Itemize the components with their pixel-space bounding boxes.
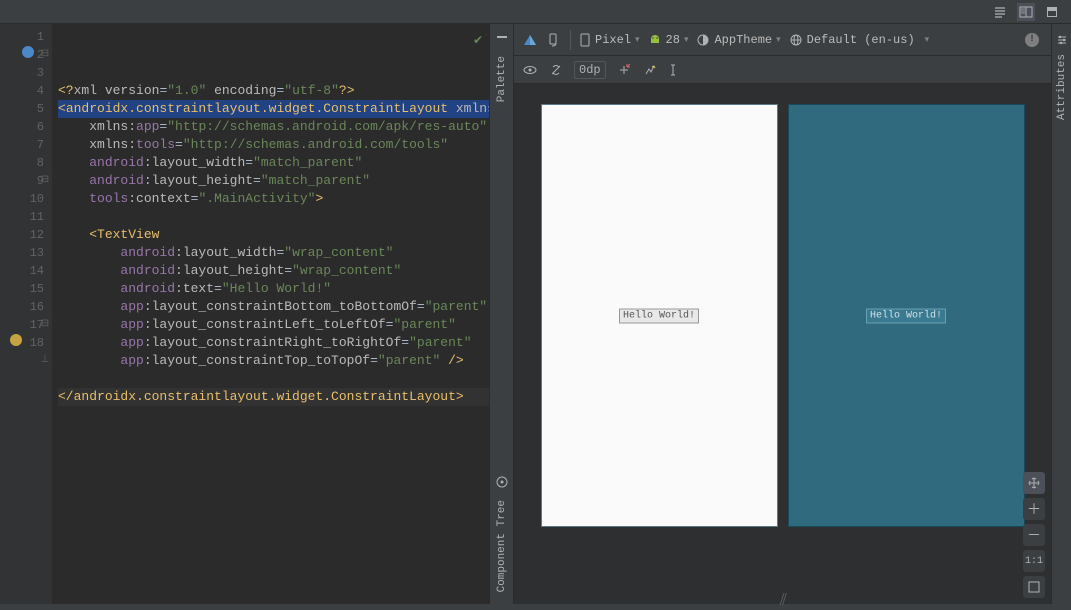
line-number: 14 [0, 262, 44, 280]
line-number: 3 [0, 64, 44, 82]
code-line[interactable]: android:layout_height="match_parent" [58, 172, 489, 190]
fold-end-icon[interactable]: ⊥ [40, 352, 50, 362]
theme-name: AppTheme [714, 33, 772, 47]
attributes-strip[interactable]: Attributes [1051, 24, 1071, 604]
device-name: Pixel [595, 33, 631, 47]
line-number: 9 [0, 172, 44, 190]
palette-label[interactable]: Palette [496, 56, 508, 102]
default-margin[interactable]: 0dp [574, 61, 606, 79]
autoconnect-icon[interactable] [548, 62, 564, 78]
blueprint-textview[interactable]: Hello World! [866, 308, 946, 323]
line-marker-icon [22, 46, 34, 58]
attributes-label[interactable]: Attributes [1056, 54, 1068, 120]
view-options-icon[interactable] [522, 62, 538, 78]
code-line[interactable]: app:layout_constraintLeft_toLeftOf="pare… [58, 316, 489, 334]
device-selector[interactable]: Pixel ▾ [579, 33, 640, 47]
code-line[interactable]: app:layout_constraintBottom_toBottomOf="… [58, 298, 489, 316]
view-text-icon[interactable] [991, 3, 1009, 21]
top-view-switcher [0, 0, 1071, 24]
code-line[interactable]: app:layout_constraintRight_toRightOf="pa… [58, 334, 489, 352]
intention-bulb-icon[interactable] [10, 334, 22, 346]
component-tree-label[interactable]: Component Tree [496, 500, 508, 592]
orientation-icon[interactable] [546, 32, 562, 48]
code-line[interactable]: tools:context=".MainActivity"> [58, 190, 489, 208]
code-line[interactable] [58, 208, 489, 226]
zoom-in-button[interactable]: ＋ [1023, 498, 1045, 520]
design-preview: Pixel ▾ 28 ▾ AppTheme ▾ Default (en-us) … [514, 24, 1051, 604]
resize-handle-icon[interactable]: ⫽ [780, 592, 785, 610]
code-line[interactable]: app:layout_constraintTop_toTopOf="parent… [58, 352, 489, 370]
code-line[interactable]: android:layout_width="wrap_content" [58, 244, 489, 262]
clear-constraints-icon[interactable] [616, 62, 632, 78]
api-selector[interactable]: 28 ▾ [648, 33, 689, 47]
line-number: 13 [0, 244, 44, 262]
preview-device-blueprint[interactable]: Hello World! [788, 104, 1025, 527]
line-number: 17 [0, 316, 44, 334]
guidelines-icon[interactable] [668, 62, 684, 78]
line-number: 1 [0, 28, 44, 46]
locale-name: Default (en-us) [807, 33, 915, 47]
chevron-down-icon: ▾ [776, 35, 781, 45]
preview-device-design[interactable]: Hello World! ⫽ [541, 104, 778, 527]
line-number: 16 [0, 298, 44, 316]
design-surface-icon[interactable] [522, 32, 538, 48]
chevron-down-icon: ▾ [635, 35, 640, 45]
line-number: 18 [0, 334, 44, 352]
design-toolbar-secondary: 0dp [514, 56, 1051, 84]
chevron-down-icon: ▾ [684, 35, 689, 45]
fold-icon[interactable]: ⊟ [40, 172, 50, 182]
view-design-icon[interactable] [1043, 3, 1061, 21]
line-number: 11 [0, 208, 44, 226]
code-line[interactable]: <?xml version="1.0" encoding="utf-8"?> [58, 82, 489, 100]
view-split-icon[interactable] [1017, 3, 1035, 21]
locale-selector[interactable]: Default (en-us) ▾ [789, 33, 930, 47]
api-level: 28 [666, 33, 680, 47]
line-number: 4 [0, 82, 44, 100]
preview-canvas[interactable]: Hello World! ⫽ Hello World! ＋ － 1:1 [514, 84, 1051, 604]
design-toolbar: Pixel ▾ 28 ▾ AppTheme ▾ Default (en-us) … [514, 24, 1051, 56]
code-line[interactable]: android:text="Hello World!" [58, 280, 489, 298]
line-number: 12 [0, 226, 44, 244]
line-gutter: ⊟ ⊟ ⊟ ⊥ 123456789101112131415161718 [0, 24, 52, 604]
line-number: 15 [0, 280, 44, 298]
fold-icon[interactable]: ⊟ [40, 316, 50, 326]
fold-icon[interactable]: ⊟ [40, 46, 50, 56]
code-editor[interactable]: ⊟ ⊟ ⊟ ⊥ 123456789101112131415161718 ✔ <?… [0, 24, 490, 604]
preview-textview[interactable]: Hello World! [619, 308, 699, 323]
component-tree-icon[interactable] [494, 474, 510, 490]
line-number: 10 [0, 190, 44, 208]
code-line[interactable]: xmlns:app="http://schemas.android.com/ap… [58, 118, 489, 136]
line-number: 7 [0, 136, 44, 154]
code-line[interactable]: xmlns:tools="http://schemas.android.com/… [58, 136, 489, 154]
line-number: 6 [0, 118, 44, 136]
code-line[interactable]: <TextView [58, 226, 489, 244]
pan-icon[interactable] [1023, 472, 1045, 494]
zoom-out-button[interactable]: － [1023, 524, 1045, 546]
palette-strip[interactable]: Palette Component Tree [490, 24, 514, 604]
code-line[interactable]: android:layout_width="match_parent" [58, 154, 489, 172]
line-number: 5 [0, 100, 44, 118]
attributes-toggle-icon[interactable] [1054, 32, 1070, 48]
code-line[interactable] [58, 370, 489, 388]
code-text[interactable]: ✔ <?xml version="1.0" encoding="utf-8"?>… [52, 24, 489, 604]
theme-selector[interactable]: AppTheme ▾ [696, 33, 780, 47]
zoom-reset-button[interactable]: 1:1 [1023, 550, 1045, 572]
analysis-ok-icon: ✔ [473, 32, 483, 50]
code-line[interactable]: <androidx.constraintlayout.widget.Constr… [58, 100, 489, 118]
chevron-down-icon: ▾ [925, 35, 930, 45]
line-number: 8 [0, 154, 44, 172]
zoom-fit-button[interactable] [1023, 576, 1045, 598]
palette-minimize-icon[interactable] [494, 30, 510, 46]
zoom-controls: ＋ － 1:1 [1023, 472, 1045, 598]
warnings-icon[interactable]: ! [1025, 33, 1039, 47]
code-line[interactable]: </androidx.constraintlayout.widget.Const… [58, 388, 489, 406]
infer-constraints-icon[interactable] [642, 62, 658, 78]
margin-value: 0dp [579, 63, 601, 77]
code-line[interactable]: android:layout_height="wrap_content" [58, 262, 489, 280]
